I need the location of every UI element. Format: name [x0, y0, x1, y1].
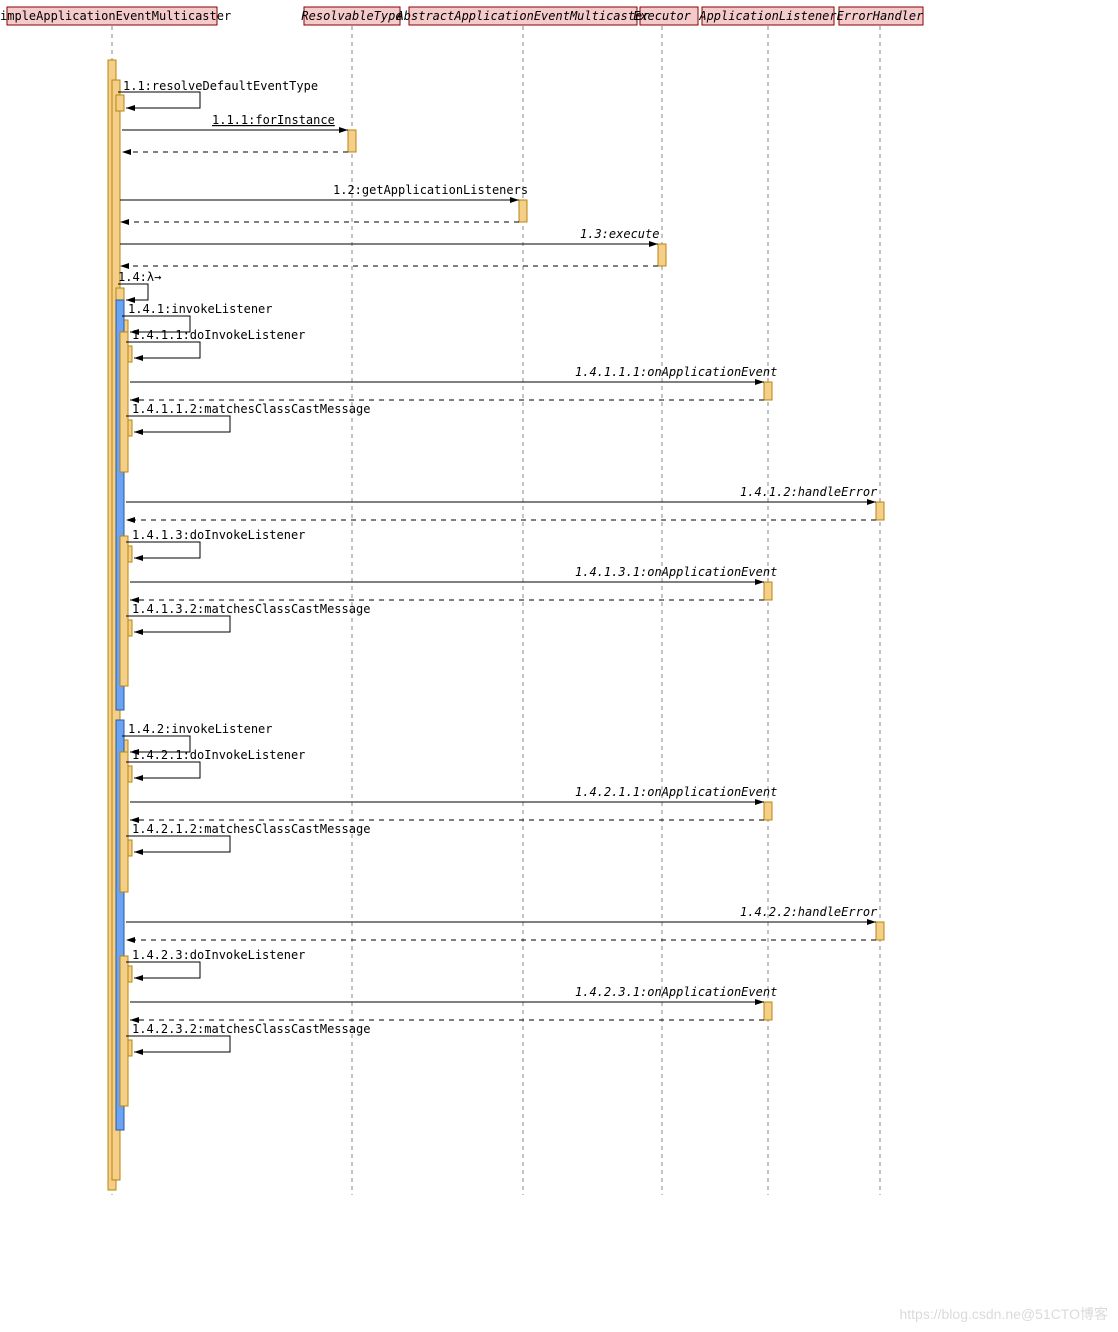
participant-label: AbstractApplicationEventMulticaster — [396, 9, 651, 23]
svg-text:1.4.1.1:doInvokeListener: 1.4.1.1:doInvokeListener — [132, 328, 305, 342]
participant-label: ApplicationListener — [698, 9, 837, 23]
svg-text:1.4.1.3:doInvokeListener: 1.4.1.3:doInvokeListener — [132, 528, 305, 542]
svg-text:1.4.2.2:handleError: 1.4.2.2:handleError — [740, 905, 878, 919]
participant-label: Executor — [633, 9, 692, 23]
participant-label: ErrorHandler — [837, 9, 924, 23]
svg-text:1.4.1.1.1:onApplicationEvent: 1.4.1.1.1:onApplicationEvent — [575, 365, 777, 379]
participant-label: SimpleApplicationEventMulticaster — [0, 9, 231, 23]
svg-text:1.4.2.3.2:matchesClassCastMess: 1.4.2.3.2:matchesClassCastMessage — [132, 1022, 370, 1036]
svg-text:1.4.1.3.2:matchesClassCastMess: 1.4.1.3.2:matchesClassCastMessage — [132, 602, 370, 616]
svg-text:1.4.2.3:doInvokeListener: 1.4.2.3:doInvokeListener — [132, 948, 305, 962]
svg-text:1.4.1.3.1:onApplicationEvent: 1.4.1.3.1:onApplicationEvent — [575, 565, 777, 579]
svg-text:1.4.2.1.1:onApplicationEvent: 1.4.2.1.1:onApplicationEvent — [575, 785, 777, 799]
svg-text:1.4.2.1.2:matchesClassCastMess: 1.4.2.1.2:matchesClassCastMessage — [132, 822, 370, 836]
svg-text:1.4.1.1.2:matchesClassCastMess: 1.4.1.1.2:matchesClassCastMessage — [132, 402, 370, 416]
participant-label: ResolvableType — [301, 9, 402, 23]
sequence-diagram: SimpleApplicationEventMulticaster Resolv… — [0, 0, 1118, 1332]
svg-text:1.3:execute: 1.3:execute — [580, 227, 659, 241]
svg-text:1.1.1:forInstance: 1.1.1:forInstance — [212, 113, 335, 127]
svg-text:1.4.2.3.1:onApplicationEvent: 1.4.2.3.1:onApplicationEvent — [575, 985, 777, 999]
svg-text:1.4:λ→: 1.4:λ→ — [118, 270, 161, 284]
svg-text:1.4.1:invokeListener: 1.4.1:invokeListener — [128, 302, 273, 316]
svg-text:1.4.2.1:doInvokeListener: 1.4.2.1:doInvokeListener — [132, 748, 305, 762]
svg-text:1.4.2:invokeListener: 1.4.2:invokeListener — [128, 722, 273, 736]
watermark: https://blog.csdn.ne@51CTO博客 — [899, 1304, 1108, 1324]
svg-text:1.4.1.2:handleError: 1.4.1.2:handleError — [740, 485, 878, 499]
messages: 1.1:resolveDefaultEventType 1.1.1:forIns… — [118, 79, 878, 1052]
svg-text:1.1:resolveDefaultEventType: 1.1:resolveDefaultEventType — [123, 79, 318, 93]
svg-text:1.2:getApplicationListeners: 1.2:getApplicationListeners — [333, 183, 528, 197]
